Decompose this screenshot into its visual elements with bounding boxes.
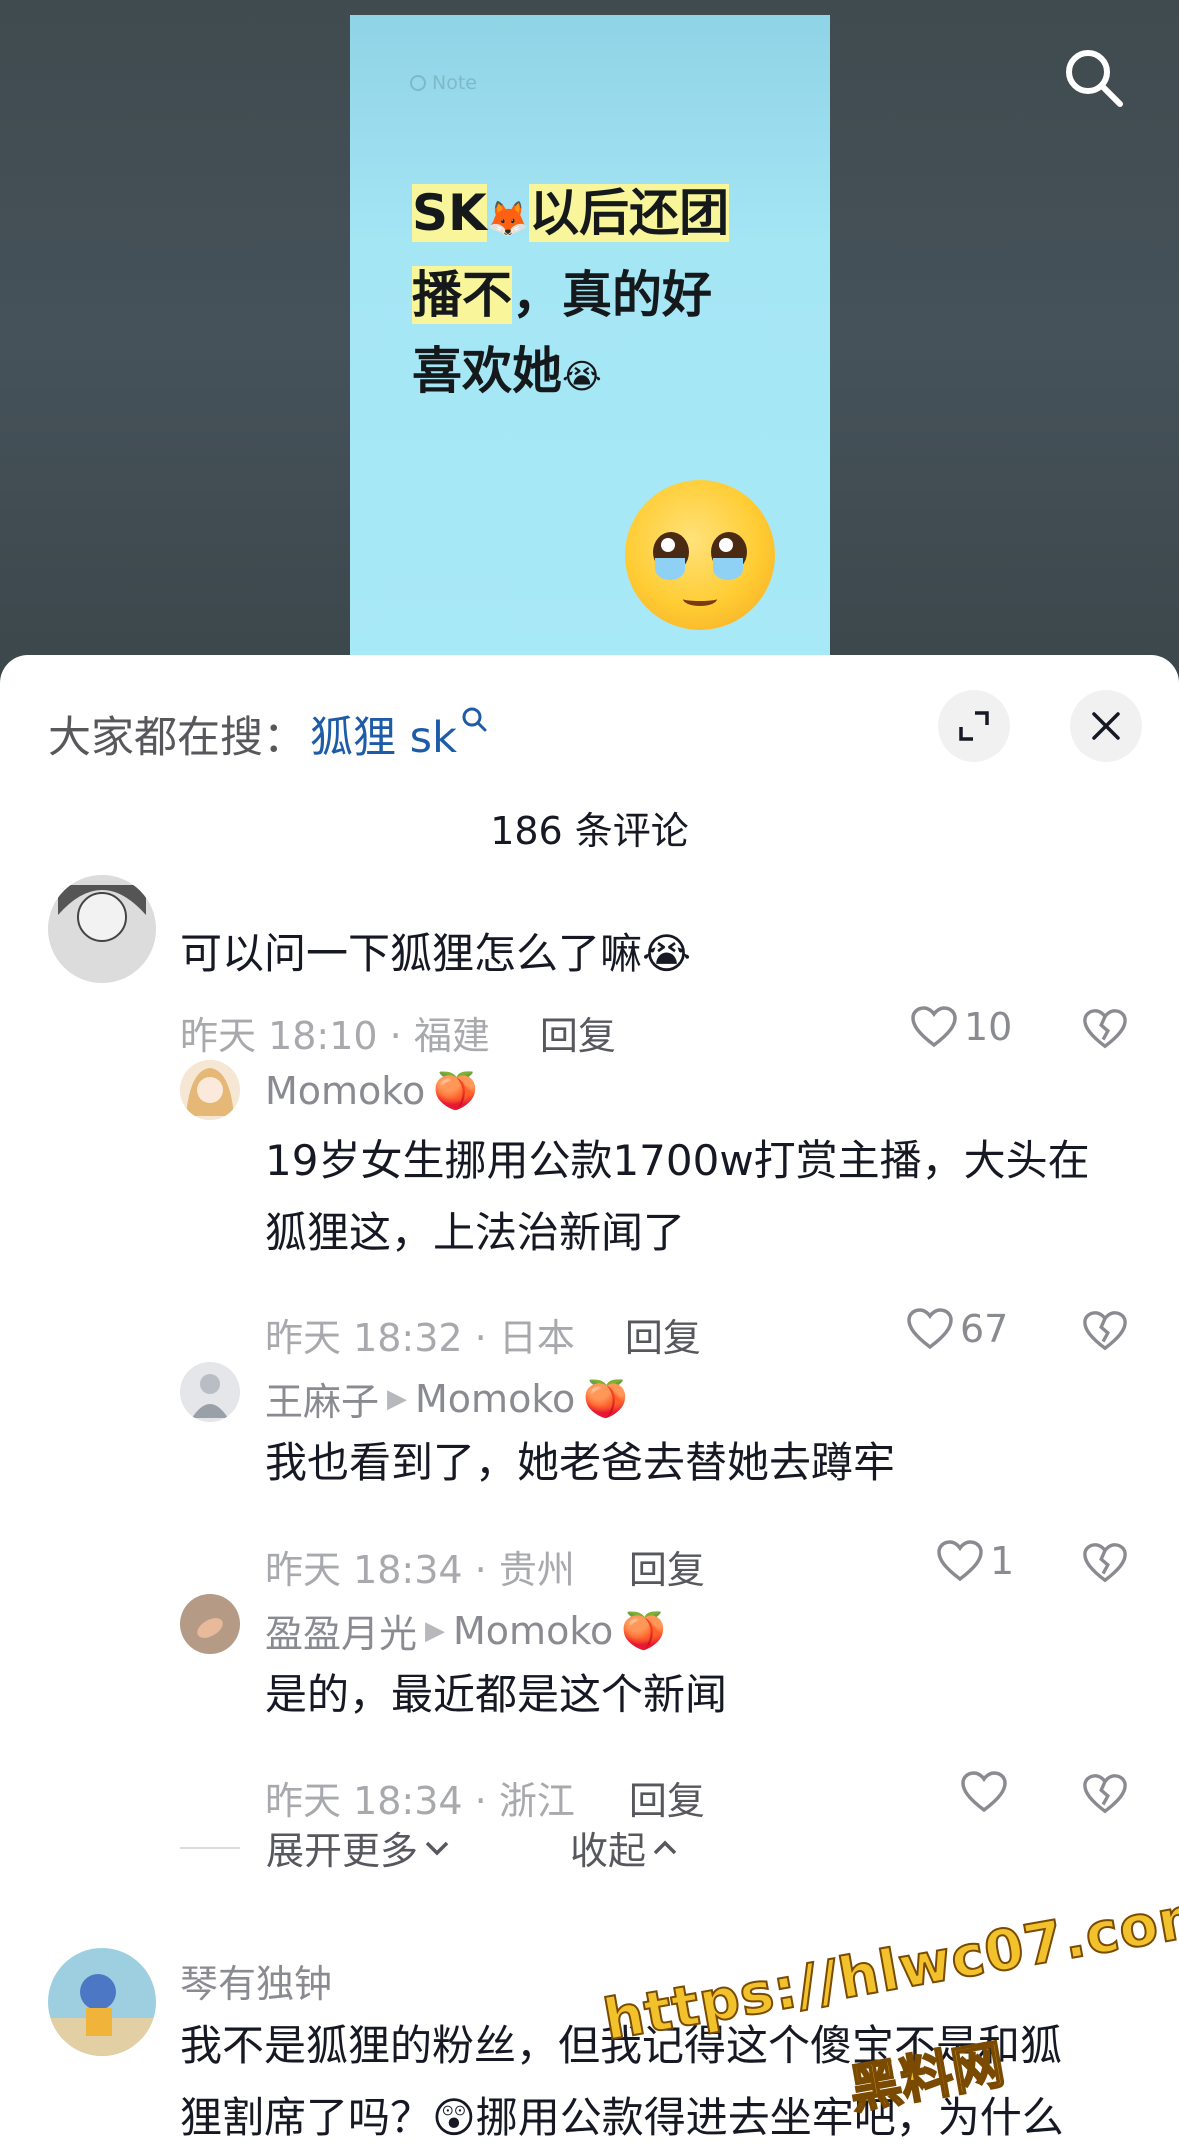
comment-time: 昨天 18:34 · 浙江 — [265, 1779, 575, 1823]
comment-text[interactable]: 我也看到了，她老爸去替她去蹲牢 — [265, 1427, 895, 1499]
search-suggestion-keyword[interactable]: 狐狸 sk — [310, 703, 457, 765]
like-button[interactable]: 1 — [936, 1539, 1014, 1583]
author-name[interactable]: 王麻子 — [265, 1371, 379, 1426]
avatar[interactable] — [48, 875, 156, 983]
collapse-label: 收起 — [570, 1829, 647, 1873]
close-button[interactable] — [1070, 690, 1142, 762]
note-line2-highlight: 播不 — [412, 266, 512, 324]
comment-text-line2: 狐狸这，上法治新闻了 — [265, 1208, 686, 1257]
reply-arrow-icon: ▶ — [387, 1383, 408, 1414]
note-line1-rest: 以后还团 — [529, 184, 730, 242]
avatar[interactable] — [48, 1948, 156, 2056]
comment-meta: 昨天 18:10 · 福建 回复 — [180, 1005, 616, 1060]
collapse-button[interactable]: 收起 — [570, 1820, 678, 1875]
expand-more-button[interactable]: 展开更多 — [266, 1820, 450, 1875]
thread-controls: 展开更多 收起 — [180, 1820, 678, 1875]
peach-icon: 🍑 — [621, 1610, 667, 1652]
dislike-button[interactable] — [1082, 1541, 1128, 1589]
comment-time: 昨天 18:34 · 贵州 — [265, 1548, 575, 1592]
search-suggestion[interactable]: 大家都在搜： 狐狸 sk — [48, 703, 487, 765]
comment-meta: 昨天 18:34 · 贵州 回复 — [265, 1539, 705, 1594]
heart-icon — [907, 1308, 953, 1350]
comment-time: 昨天 18:10 · 福建 — [180, 1014, 490, 1058]
reply-button[interactable]: 回复 — [629, 1539, 705, 1594]
expand-more-label: 展开更多 — [266, 1829, 419, 1873]
broken-heart-icon — [1083, 1543, 1127, 1583]
pleading-face-icon — [625, 480, 775, 630]
reply-button[interactable]: 回复 — [625, 1307, 701, 1362]
search-icon[interactable] — [1062, 46, 1126, 110]
like-button[interactable]: 67 — [906, 1307, 1008, 1351]
note-label: Note — [432, 72, 477, 94]
expand-button[interactable] — [938, 690, 1010, 762]
like-count: 1 — [990, 1539, 1015, 1583]
comment-meta: 昨天 18:34 · 浙江 回复 — [265, 1770, 705, 1825]
comment-author[interactable]: Momoko 🍑 — [265, 1069, 478, 1113]
heart-icon — [937, 1540, 983, 1582]
note-line1-highlight: SK — [412, 184, 487, 242]
avatar[interactable] — [180, 1594, 240, 1654]
close-icon — [1092, 712, 1120, 740]
broken-heart-icon — [1083, 1774, 1127, 1814]
author-name[interactable]: 盈盈月光 — [265, 1603, 417, 1658]
dislike-button[interactable] — [1082, 1007, 1128, 1055]
reply-button[interactable]: 回复 — [540, 1005, 616, 1060]
divider — [180, 1846, 240, 1849]
comment-meta: 昨天 18:32 · 日本 回复 — [265, 1307, 701, 1362]
heart-icon — [911, 1006, 957, 1048]
comment-count: 186 条评论 — [490, 809, 689, 853]
comment-text[interactable]: 19岁女生挪用公款1700w打赏主播，大头在 狐狸这，上法治新闻了 — [265, 1125, 1125, 1269]
author-name[interactable]: Momoko — [265, 1069, 425, 1113]
peach-icon: 🍑 — [433, 1071, 479, 1112]
comment-author[interactable]: 王麻子 ▶ Momoko 🍑 — [265, 1371, 628, 1426]
broken-heart-icon — [1083, 1009, 1127, 1049]
expand-icon — [959, 711, 989, 741]
dislike-button[interactable] — [1082, 1772, 1128, 1820]
note-card: Note SK🦊以后还团 播不，真的好 喜欢她😭 — [350, 15, 830, 675]
reply-to-name[interactable]: Momoko — [453, 1609, 613, 1653]
like-count: 10 — [964, 1005, 1013, 1049]
small-search-icon — [461, 706, 487, 739]
avatar[interactable] — [180, 1362, 240, 1422]
comment-author[interactable]: 琴有独钟 — [180, 1953, 332, 2008]
reply-arrow-icon: ▶ — [425, 1615, 446, 1646]
crying-face-icon: 😭 — [562, 357, 602, 397]
like-count: 67 — [960, 1307, 1009, 1351]
dislike-button[interactable] — [1082, 1309, 1128, 1357]
note-text: SK🦊以后还团 播不，真的好 喜欢她😭 — [412, 175, 772, 415]
like-button[interactable]: 10 — [910, 1005, 1012, 1049]
note-line3: 喜欢她 — [412, 342, 562, 400]
comment-time: 昨天 18:32 · 日本 — [265, 1316, 575, 1360]
comment-text-line1: 19岁女生挪用公款1700w打赏主播，大头在 — [265, 1136, 1090, 1185]
reply-button[interactable]: 回复 — [629, 1770, 705, 1825]
chevron-down-icon — [425, 1841, 449, 1855]
heart-icon — [961, 1771, 1007, 1813]
search-suggestion-prefix: 大家都在搜： — [48, 713, 306, 763]
avatar[interactable] — [180, 1060, 240, 1120]
comment-author[interactable]: 盈盈月光 ▶ Momoko 🍑 — [265, 1603, 666, 1658]
note-tag: Note — [410, 72, 477, 94]
broken-heart-icon — [1083, 1311, 1127, 1351]
fox-icon: 🦊 — [486, 199, 530, 239]
chevron-up-icon — [653, 1840, 677, 1854]
reply-to-name[interactable]: Momoko — [415, 1377, 575, 1421]
peach-icon: 🍑 — [583, 1378, 629, 1420]
author-name[interactable]: 琴有独钟 — [180, 1953, 332, 2008]
like-button[interactable] — [960, 1770, 1014, 1814]
note-ring-icon — [410, 75, 426, 91]
note-line2-rest: ，真的好 — [512, 266, 712, 324]
comment-text[interactable]: 是的，最近都是这个新闻 — [265, 1659, 727, 1731]
comment-text[interactable]: 可以问一下狐狸怎么了嘛😭 — [180, 918, 691, 990]
